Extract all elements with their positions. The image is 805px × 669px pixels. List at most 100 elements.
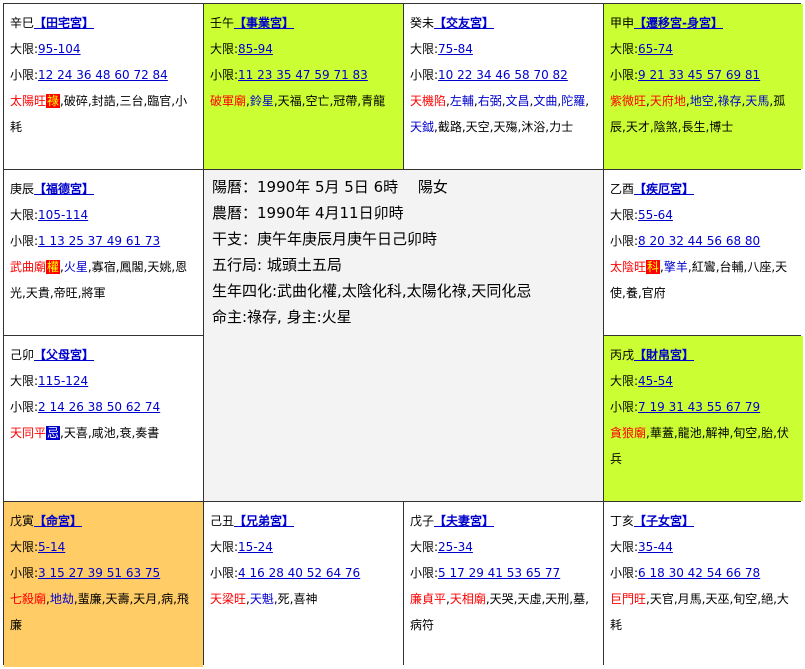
palace-cell-hai: 丁亥【子女宮】 大限:35-44 小限:6 18 30 42 54 66 78 巨門旺… xyxy=(604,502,803,667)
xiaoxian-label: 小限: xyxy=(410,566,439,580)
xiaoxian-label: 小限: xyxy=(610,234,639,248)
daxian-label: 大限: xyxy=(410,42,439,56)
xiaoxian-link[interactable]: 5 17 29 41 53 65 77 xyxy=(438,566,560,580)
palace-name-link[interactable]: 【父母宮】 xyxy=(34,348,94,362)
xiaoxian-link[interactable]: 4 16 28 40 52 64 76 xyxy=(238,566,360,580)
daxian-link[interactable]: 55-64 xyxy=(638,208,673,222)
heavenly-stem: 辛巳 xyxy=(10,16,35,30)
xiaoxian-link[interactable]: 2 14 26 38 50 62 74 xyxy=(38,400,160,414)
info-sihua: 生年四化:武曲化權,太陰化科,太陽化祿,天同化忌 xyxy=(212,282,532,300)
daxian-label: 大限: xyxy=(10,540,39,554)
heavenly-stem: 戊子 xyxy=(410,514,435,528)
palace-name-link[interactable]: 【田宅宮】 xyxy=(34,16,94,30)
star-list: 天機陷,左輔,右弼,文昌,文曲,陀羅,天鉞,截路,天空,天殤,沐浴,力士 xyxy=(410,88,599,140)
star-list: 天同平忌,天喜,咸池,衰,奏書 xyxy=(10,420,199,446)
palace-cell-si: 辛巳【田宅宮】 大限:95-104 小限:12 24 36 48 60 72 84 太… xyxy=(4,4,203,169)
xiaoxian-row: 小限:11 23 35 47 59 71 83 xyxy=(210,62,399,88)
info-ganzhi: 干支：庚午年庚辰月庚午日己卯時 xyxy=(212,230,438,248)
daxian-label: 大限: xyxy=(10,42,39,56)
star-text: 破軍廟 xyxy=(210,94,247,108)
daxian-link[interactable]: 25-34 xyxy=(438,540,473,554)
xiaoxian-label: 小限: xyxy=(210,68,239,82)
xiaoxian-row: 小限:7 19 31 43 55 67 79 xyxy=(610,394,799,420)
daxian-label: 大限: xyxy=(610,374,639,388)
daxian-label: 大限: xyxy=(10,374,39,388)
daxian-link[interactable]: 95-104 xyxy=(38,42,81,56)
daxian-label: 大限: xyxy=(210,540,239,554)
xiaoxian-row: 小限:5 17 29 41 53 65 77 xyxy=(410,560,599,586)
palace-name-link[interactable]: 【財帛宮】 xyxy=(634,348,694,362)
star-text: 右弼 xyxy=(477,94,502,108)
daxian-row: 大限:85-94 xyxy=(210,36,399,62)
star-text: ,死,喜神 xyxy=(273,592,318,606)
xiaoxian-row: 小限:9 21 33 45 57 69 81 xyxy=(610,62,799,88)
star-text: 文昌 xyxy=(505,94,530,108)
heavenly-stem: 癸未 xyxy=(410,16,435,30)
star-text: 貪狼廟 xyxy=(610,426,647,440)
palace-header: 戊子【夫妻宮】 xyxy=(410,508,599,534)
palace-name-link[interactable]: 【福德宮】 xyxy=(34,182,94,196)
xiaoxian-label: 小限: xyxy=(610,566,639,580)
star-text: 左輔 xyxy=(449,94,474,108)
daxian-row: 大限:115-124 xyxy=(10,368,199,394)
daxian-row: 大限:55-64 xyxy=(610,202,799,228)
daxian-link[interactable]: 15-24 xyxy=(238,540,273,554)
star-text: 天同平 xyxy=(10,426,47,440)
daxian-link[interactable]: 45-54 xyxy=(638,374,673,388)
star-text: 天相廟 xyxy=(449,592,486,606)
xiaoxian-link[interactable]: 9 21 33 45 57 69 81 xyxy=(638,68,760,82)
palace-name-link[interactable]: 【兄弟宮】 xyxy=(234,514,294,528)
star-text: 忌 xyxy=(46,426,61,440)
star-text: 武曲廟 xyxy=(10,260,47,274)
star-list: 破軍廟,鈴星,天福,空亡,冠帶,青龍 xyxy=(210,88,399,114)
xiaoxian-row: 小限:8 20 32 44 56 68 80 xyxy=(610,228,799,254)
star-text: 天鉞 xyxy=(410,120,435,134)
xiaoxian-link[interactable]: 10 22 34 46 58 70 82 xyxy=(438,68,568,82)
palace-name-link[interactable]: 【疾厄宮】 xyxy=(634,182,694,196)
daxian-link[interactable]: 75-84 xyxy=(438,42,473,56)
daxian-row: 大限:105-114 xyxy=(10,202,199,228)
daxian-label: 大限: xyxy=(10,208,39,222)
xiaoxian-link[interactable]: 11 23 35 47 59 71 83 xyxy=(238,68,368,82)
xiaoxian-link[interactable]: 6 18 30 42 54 66 78 xyxy=(638,566,760,580)
daxian-label: 大限: xyxy=(610,42,639,56)
daxian-link[interactable]: 65-74 xyxy=(638,42,673,56)
xiaoxian-link[interactable]: 1 13 25 37 49 61 73 xyxy=(38,234,160,248)
daxian-row: 大限:35-44 xyxy=(610,534,799,560)
xiaoxian-link[interactable]: 12 24 36 48 60 72 84 xyxy=(38,68,168,82)
daxian-link[interactable]: 35-44 xyxy=(638,540,673,554)
star-text: 文曲 xyxy=(533,94,558,108)
daxian-row: 大限:75-84 xyxy=(410,36,599,62)
palace-header: 甲申【遷移宮-身宮】 xyxy=(610,10,799,36)
palace-name-link[interactable]: 【交友宮】 xyxy=(434,16,494,30)
star-list: 太陰旺科,擎羊,紅鸞,台輔,八座,天使,養,官府 xyxy=(610,254,799,306)
daxian-link[interactable]: 85-94 xyxy=(238,42,273,56)
palace-name-link[interactable]: 【夫妻宮】 xyxy=(434,514,494,528)
daxian-link[interactable]: 5-14 xyxy=(38,540,65,554)
palace-name-link[interactable]: 【子女宮】 xyxy=(634,514,694,528)
star-text: 陀羅 xyxy=(561,94,586,108)
daxian-label: 大限: xyxy=(610,540,639,554)
xiaoxian-label: 小限: xyxy=(610,400,639,414)
palace-name-link[interactable]: 【事業宮】 xyxy=(234,16,294,30)
star-list: 巨門旺,天官,月馬,天巫,旬空,絕,大耗 xyxy=(610,586,799,638)
palace-name-link[interactable]: 【命宮】 xyxy=(34,514,82,528)
heavenly-stem: 己卯 xyxy=(10,348,35,362)
xiaoxian-row: 小限:2 14 26 38 50 62 74 xyxy=(10,394,199,420)
info-mingzhu: 命主:祿存, 身主:火星 xyxy=(212,308,352,326)
heavenly-stem: 丙戌 xyxy=(610,348,635,362)
heavenly-stem: 庚辰 xyxy=(10,182,35,196)
palace-header: 乙酉【疾厄宮】 xyxy=(610,176,799,202)
palace-header: 庚辰【福德宮】 xyxy=(10,176,199,202)
palace-name-link[interactable]: 【遷移宮-身宮】 xyxy=(634,16,723,30)
daxian-link[interactable]: 115-124 xyxy=(38,374,88,388)
xiaoxian-link[interactable]: 8 20 32 44 56 68 80 xyxy=(638,234,760,248)
xiaoxian-link[interactable]: 3 15 27 39 51 63 75 xyxy=(38,566,160,580)
daxian-link[interactable]: 105-114 xyxy=(38,208,88,222)
palace-cell-you: 乙酉【疾厄宮】 大限:55-64 小限:8 20 32 44 56 68 80 太陰旺… xyxy=(604,170,803,335)
xiaoxian-row: 小限:10 22 34 46 58 70 82 xyxy=(410,62,599,88)
chart-info-panel: 陽曆：1990年 5月 5日 6時 陽女 農曆：1990年 4月11日卯時 干支… xyxy=(204,170,603,501)
palace-cell-shen: 甲申【遷移宮-身宮】大限:65-74 小限:9 21 33 45 57 69 81… xyxy=(604,4,803,169)
xiaoxian-link[interactable]: 7 19 31 43 55 67 79 xyxy=(638,400,760,414)
star-text: 祿 xyxy=(46,94,61,108)
